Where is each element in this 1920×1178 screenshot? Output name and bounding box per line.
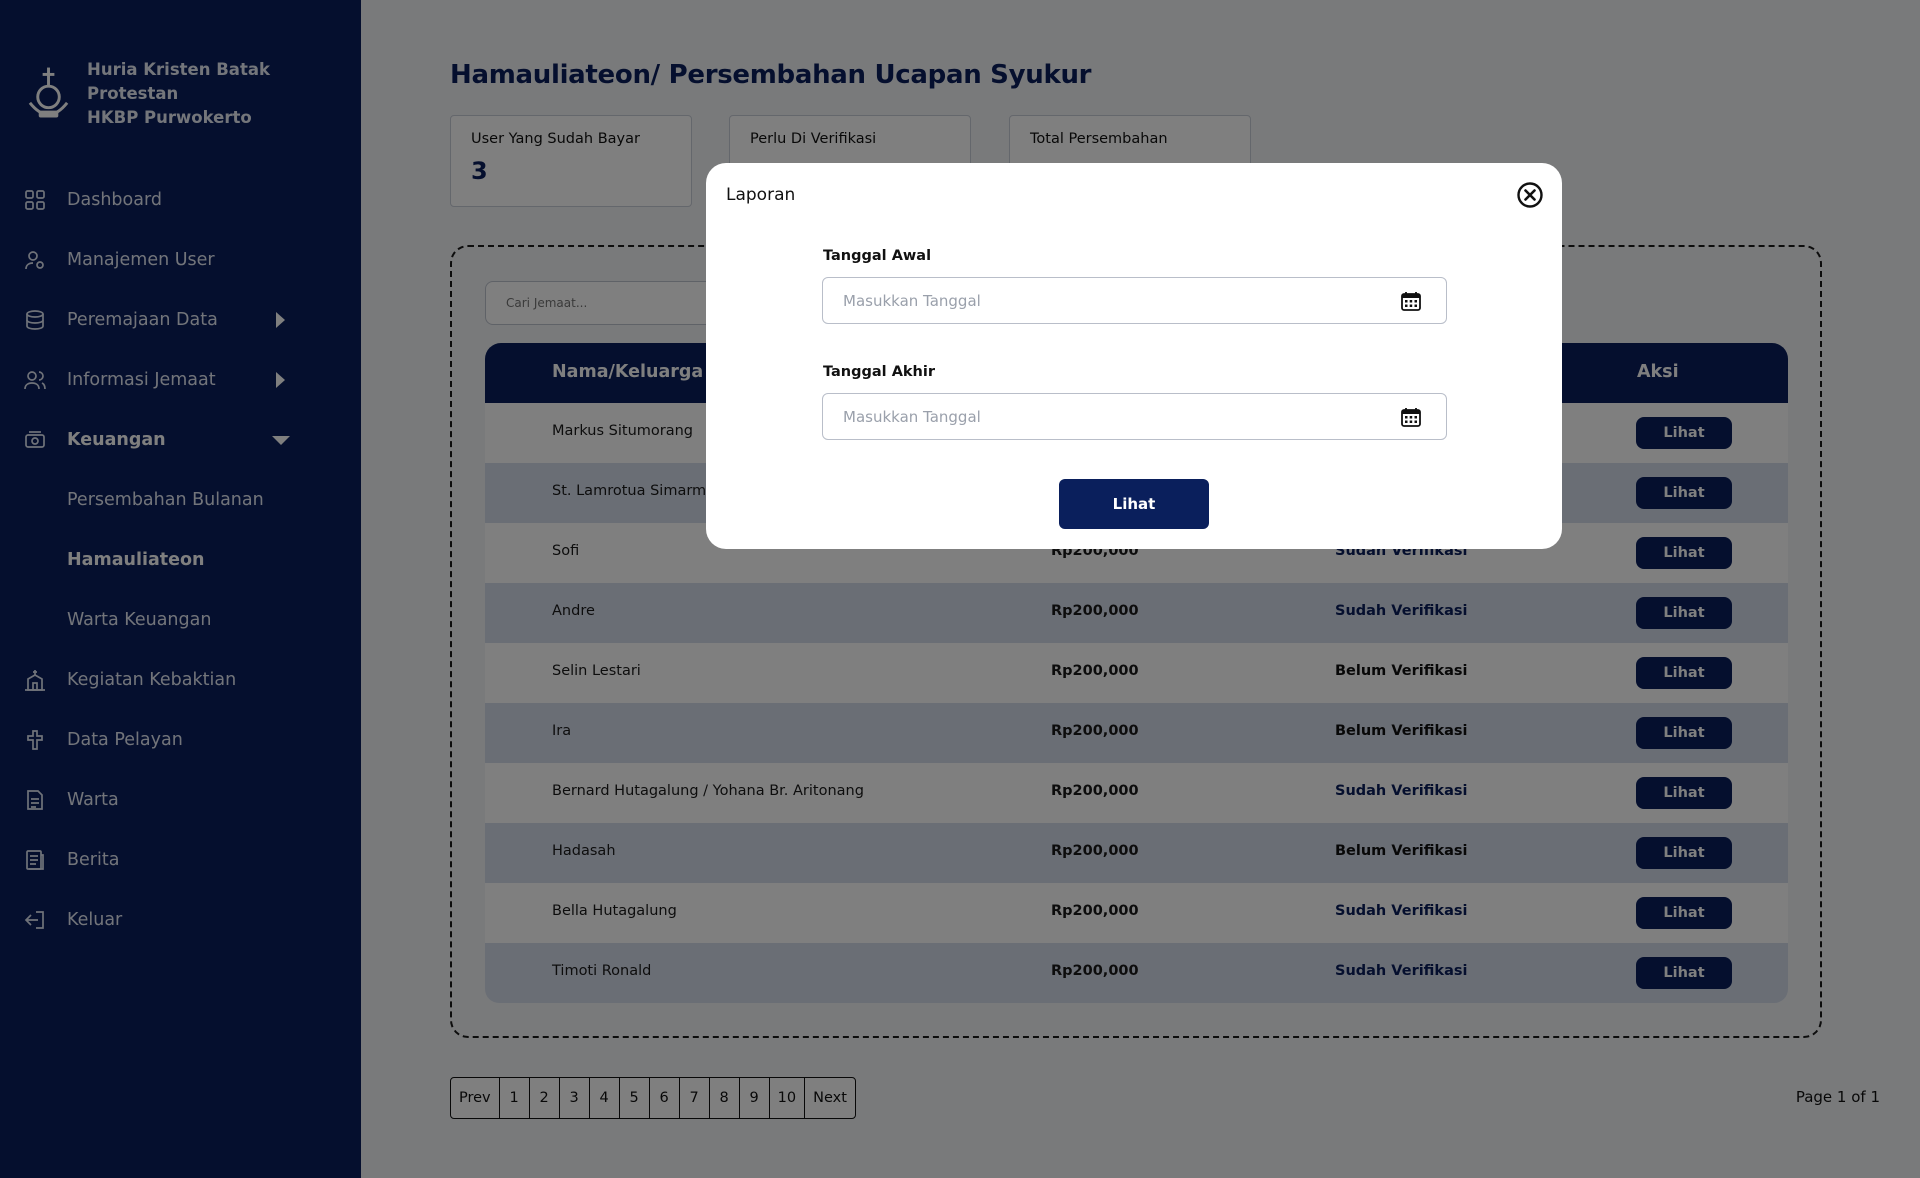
modal-title: Laporan	[726, 185, 796, 205]
start-date-input[interactable]	[843, 291, 1400, 310]
start-date-field[interactable]	[822, 277, 1447, 324]
end-date-field[interactable]	[822, 393, 1447, 440]
end-date-label: Tanggal Akhir	[823, 364, 935, 380]
calendar-icon[interactable]	[1400, 290, 1422, 312]
view-report-button[interactable]: Lihat	[1059, 479, 1209, 529]
close-icon[interactable]	[1516, 181, 1544, 209]
start-date-label: Tanggal Awal	[823, 248, 932, 264]
end-date-input[interactable]	[843, 407, 1400, 426]
report-modal: Laporan Tanggal Awal Tanggal Akhir Lihat	[706, 163, 1562, 549]
calendar-icon[interactable]	[1400, 406, 1422, 428]
